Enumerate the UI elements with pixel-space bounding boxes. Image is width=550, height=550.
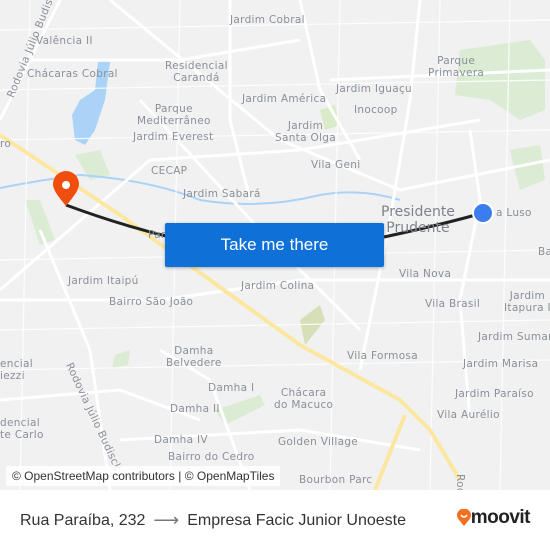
map-label: Par [148,229,166,241]
map-label: dencial te Carlo [0,417,44,441]
moovit-logo[interactable]: moovit [456,507,531,529]
map-label: Golden Village [278,436,359,448]
route-summary: Rua Paraíba, 232 ⟶ Empresa Facic Junior … [20,510,406,531]
map-label: Jardim Colina [241,280,315,292]
take-me-there-button[interactable]: Take me there [165,223,384,267]
map-label: Jardim América [242,93,327,105]
map-label: Damha II [170,403,220,415]
moovit-pin-icon [456,509,471,526]
park-area [25,200,55,245]
map-label: Jardim Sumar [478,331,550,343]
map-label: Chácaras Cobral [27,68,118,80]
map-label: Residencial Carandá [165,60,228,84]
map-label: Damha IV [154,434,208,446]
map-label: Inocoop [354,104,398,116]
destination-name: Empresa Facic Junior Unoeste [187,511,406,529]
map-label: Jardim Marisa [463,358,539,370]
map-label: Jardim Iguaçu [336,83,412,95]
road-label: Rod [454,474,466,490]
arrow-right-icon: ⟶ [153,510,180,530]
map[interactable]: Jardim Cobral Valência II Residencial Ca… [0,0,550,490]
map-label: Vila Formosa [347,350,418,362]
map-label: Jardim Sabará [183,188,261,200]
map-label: Jardim Cobral [230,14,305,26]
map-label: Vila Nova [399,268,452,280]
map-label: ro [0,138,12,150]
map-label: Jardim Everest [133,131,214,143]
highway [373,414,407,490]
map-label: Damha I [208,382,255,394]
park-area [112,350,130,368]
map-label: Jardim Itapura I [504,290,550,314]
map-label: CECAP [151,165,188,177]
footer: Rua Paraíba, 232 ⟶ Empresa Facic Junior … [0,490,550,550]
destination-pin-icon[interactable] [53,171,79,206]
map-label: a Luso [496,207,532,219]
map-label: Parque Mediterrâneo [137,103,211,127]
map-label: Vila Geni [311,159,361,171]
map-label: Jardim Paraíso [455,388,534,400]
map-label: Bairro do Cedro [168,451,255,463]
origin-name: Rua Paraíba, 232 [20,511,146,529]
map-label: Vila Aurélio [437,409,500,421]
map-label: Jardim Itaipú [68,275,139,287]
map-label: encial iezzi [0,358,33,382]
map-label: Bairro São João [109,296,194,308]
map-label: Jardim Santa Olga [275,120,336,144]
city-label: Presidente Prudente [381,204,455,236]
map-label: Damha Belvedere [166,345,222,369]
logo-text: moovit [470,507,531,528]
map-label: Valência II [36,35,93,47]
map-attribution[interactable]: © OpenStreetMap contributors | © OpenMap… [6,466,281,486]
map-label: Bourbon Parc [299,474,373,486]
origin-marker[interactable] [472,202,494,224]
map-label: Vila Brasil [425,298,481,310]
map-label: Chácara do Macuco [274,387,334,411]
map-label: Parque Primavera [428,55,485,79]
map-label: Ba [538,246,550,258]
